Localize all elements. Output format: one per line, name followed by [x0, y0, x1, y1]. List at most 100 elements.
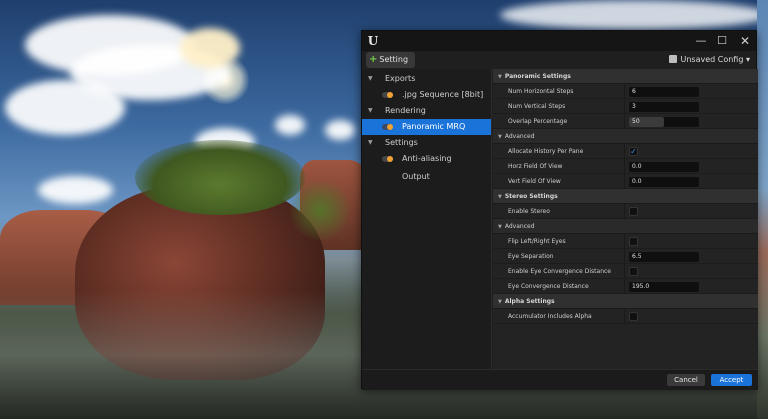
- input-value: 50: [632, 118, 640, 125]
- enable-toggle[interactable]: [382, 92, 393, 98]
- toolbar: + Setting Unsaved Config ▾: [362, 51, 756, 69]
- save-icon: [669, 55, 678, 63]
- tree-item-output[interactable]: Output: [362, 169, 491, 185]
- cloud: [180, 28, 240, 68]
- input-value: 6.5: [632, 253, 642, 260]
- section-advanced[interactable]: ▼ Advanced: [493, 219, 758, 234]
- input-value: 0.0: [632, 178, 642, 185]
- config-dropdown[interactable]: Unsaved Config ▾: [669, 52, 750, 68]
- section-title: Panoramic Settings: [504, 73, 571, 80]
- enable-stereo-checkbox[interactable]: [629, 207, 638, 216]
- chevron-down-icon: ▾: [745, 55, 750, 64]
- tree-item-jpg-sequence[interactable]: .jpg Sequence [8bit]: [362, 87, 491, 103]
- maximize-icon[interactable]: ☐: [714, 33, 730, 49]
- prop-enable-stereo: Enable Stereo: [493, 204, 758, 219]
- eye-separation-input[interactable]: 6.5: [629, 252, 699, 262]
- add-setting-button[interactable]: + Setting: [366, 52, 415, 68]
- unreal-logo-icon: U: [367, 34, 379, 48]
- prop-label: Num Vertical Steps: [508, 103, 566, 110]
- section-panoramic-settings[interactable]: ▼ Panoramic Settings: [493, 69, 758, 84]
- accumulator-alpha-checkbox[interactable]: [629, 312, 638, 321]
- tree-group-exports[interactable]: ▼ Exports: [362, 71, 491, 87]
- dialog-body: ▼ Exports .jpg Sequence [8bit] ▼ Renderi…: [362, 69, 758, 369]
- prop-enable-eye-convergence-distance: Enable Eye Convergence Distance: [493, 264, 758, 279]
- tree-item-panoramic-mrq[interactable]: Panoramic MRQ: [362, 119, 491, 135]
- prop-eye-separation: Eye Separation 6.5: [493, 249, 758, 264]
- caret-down-icon: ▼: [368, 75, 373, 82]
- prop-label: Overlap Percentage: [508, 118, 568, 125]
- enable-toggle[interactable]: [382, 156, 393, 162]
- prop-label: Num Horizontal Steps: [508, 88, 574, 95]
- flip-eyes-checkbox[interactable]: [629, 237, 638, 246]
- prop-label: Flip Left/Right Eyes: [508, 238, 566, 245]
- column-divider[interactable]: [624, 174, 625, 189]
- prop-label: Allocate History Per Pane: [508, 148, 584, 155]
- column-divider[interactable]: [624, 234, 625, 249]
- column-divider[interactable]: [624, 309, 625, 324]
- prop-eye-convergence-distance: Eye Convergence Distance 195.0: [493, 279, 758, 294]
- input-value: 3: [632, 103, 636, 110]
- prop-label: Accumulator Includes Alpha: [508, 313, 592, 320]
- prop-label: Eye Separation: [508, 253, 554, 260]
- title-bar[interactable]: U — ☐ ✕: [362, 31, 756, 51]
- vert-fov-input[interactable]: 0.0: [629, 177, 699, 187]
- allocate-history-checkbox[interactable]: ✓: [629, 147, 638, 156]
- tree-item-label: Output: [402, 172, 430, 181]
- prop-label: Enable Stereo: [508, 208, 550, 215]
- prop-label: Eye Convergence Distance: [508, 283, 589, 290]
- minimize-icon[interactable]: —: [693, 33, 709, 49]
- prop-num-horizontal-steps: Num Horizontal Steps 6: [493, 84, 758, 99]
- cloud: [325, 120, 355, 140]
- cloud: [275, 115, 305, 135]
- settings-tree: ▼ Exports .jpg Sequence [8bit] ▼ Renderi…: [362, 69, 492, 369]
- prop-allocate-history-per-pane: Allocate History Per Pane ✓: [493, 144, 758, 159]
- tree-group-label: Exports: [385, 74, 416, 83]
- column-divider[interactable]: [624, 99, 625, 114]
- column-divider[interactable]: [624, 144, 625, 159]
- section-alpha-settings[interactable]: ▼ Alpha Settings: [493, 294, 758, 309]
- column-divider[interactable]: [624, 264, 625, 279]
- enable-toggle[interactable]: [382, 124, 393, 130]
- tree-item-label: Anti-aliasing: [402, 154, 452, 163]
- enable-eye-convergence-checkbox[interactable]: [629, 267, 638, 276]
- tree-group-rendering[interactable]: ▼ Rendering: [362, 103, 491, 119]
- section-title: Advanced: [504, 223, 535, 230]
- column-divider[interactable]: [624, 249, 625, 264]
- movie-render-queue-settings-dialog: U — ☐ ✕ + Setting Unsaved Config ▾ ▼ Expo…: [361, 30, 758, 390]
- column-divider[interactable]: [624, 279, 625, 294]
- column-divider[interactable]: [624, 84, 625, 99]
- section-stereo-settings[interactable]: ▼ Stereo Settings: [493, 189, 758, 204]
- tree-group-label: Rendering: [385, 106, 426, 115]
- dialog-footer: Cancel Accept: [362, 369, 758, 390]
- prop-horz-field-of-view: Horz Field Of View 0.0: [493, 159, 758, 174]
- column-divider[interactable]: [624, 204, 625, 219]
- num-vertical-steps-input[interactable]: 3: [629, 102, 699, 112]
- plus-icon: +: [369, 54, 378, 65]
- section-advanced[interactable]: ▼ Advanced: [493, 129, 758, 144]
- prop-overlap-percentage: Overlap Percentage 50: [493, 114, 758, 129]
- overlap-percentage-slider[interactable]: 50: [629, 117, 699, 127]
- input-value: 0.0: [632, 163, 642, 170]
- section-title: Stereo Settings: [504, 193, 558, 200]
- tree-cluster: [290, 180, 350, 240]
- cloud: [500, 0, 768, 30]
- accept-button[interactable]: Accept: [711, 374, 752, 386]
- num-horizontal-steps-input[interactable]: 6: [629, 87, 699, 97]
- tree-item-label: Panoramic MRQ: [402, 122, 466, 131]
- prop-accumulator-includes-alpha: Accumulator Includes Alpha: [493, 309, 758, 324]
- column-divider[interactable]: [624, 114, 625, 129]
- horz-fov-input[interactable]: 0.0: [629, 162, 699, 172]
- tree-group-label: Settings: [385, 138, 418, 147]
- section-title: Alpha Settings: [504, 298, 555, 305]
- cloud: [5, 80, 125, 135]
- caret-down-icon: ▼: [498, 194, 502, 200]
- column-divider[interactable]: [624, 159, 625, 174]
- tree-item-anti-aliasing[interactable]: Anti-aliasing: [362, 151, 491, 167]
- cancel-button[interactable]: Cancel: [667, 374, 705, 386]
- tree-cluster: [135, 140, 305, 215]
- tree-group-settings[interactable]: ▼ Settings: [362, 135, 491, 151]
- close-icon[interactable]: ✕: [737, 33, 753, 49]
- caret-down-icon: ▼: [498, 299, 502, 305]
- prop-vert-field-of-view: Vert Field Of View 0.0: [493, 174, 758, 189]
- eye-convergence-distance-input[interactable]: 195.0: [629, 282, 699, 292]
